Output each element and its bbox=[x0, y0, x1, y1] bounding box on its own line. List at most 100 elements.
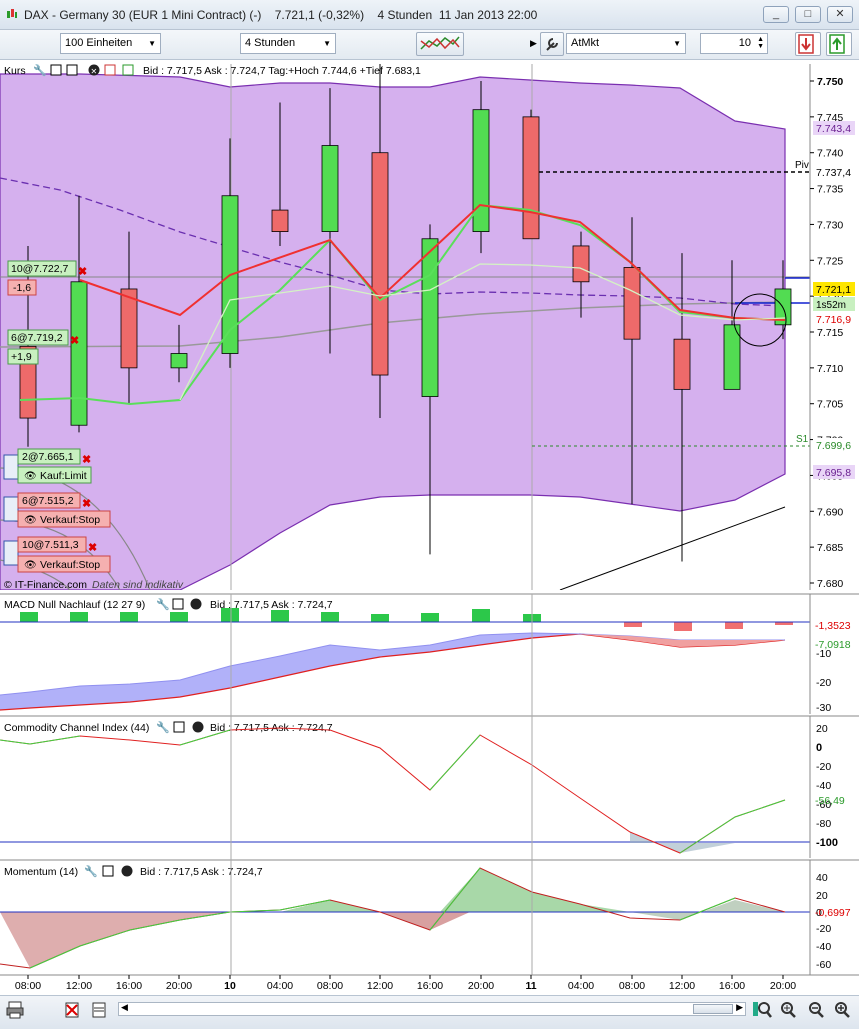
cci-panel[interactable]: Commodity Channel Index (44) 🔧 Bid : 7.7… bbox=[0, 715, 859, 858]
close-order-icon[interactable]: ✖ bbox=[82, 498, 91, 510]
window-icon[interactable] bbox=[173, 721, 185, 733]
price-tick-label: 7.680 bbox=[817, 578, 843, 590]
main-panel-label: Kurs bbox=[4, 65, 26, 77]
copyright-footer: © IT-Finance.com bbox=[4, 579, 87, 591]
svg-text:7.699,6: 7.699,6 bbox=[816, 440, 851, 452]
close-panel-icon[interactable] bbox=[192, 721, 204, 733]
maximize-icon[interactable] bbox=[66, 64, 78, 76]
cci-tick: -40 bbox=[816, 780, 831, 792]
price-tick-label: 7.750 bbox=[817, 76, 843, 88]
close-panel-icon[interactable] bbox=[190, 598, 202, 610]
momentum-tick: -60 bbox=[816, 959, 831, 971]
candle-body bbox=[623, 267, 641, 340]
cci-value-tag: -56,49 bbox=[815, 795, 845, 807]
svg-text:7.737,4: 7.737,4 bbox=[816, 167, 851, 179]
candle-body bbox=[271, 209, 289, 232]
expand-arrow-icon[interactable]: ▶ bbox=[530, 38, 537, 49]
delete-chart-icon[interactable] bbox=[62, 1000, 82, 1020]
close-order-icon[interactable]: ✖ bbox=[78, 266, 87, 278]
time-tick-label: 12:00 bbox=[66, 980, 92, 992]
macd-value-tag: -7,0918 bbox=[815, 639, 851, 651]
momentum-value-tag: -0,6997 bbox=[815, 907, 851, 919]
svg-text:7.716,9: 7.716,9 bbox=[816, 314, 851, 326]
order-type: Verkauf:Stop bbox=[40, 514, 100, 526]
price-tag: 7.699,6 bbox=[813, 438, 855, 452]
chart-canvas[interactable]: Kurs 🔧 ✕ Bid : 7.717,5 Ask : 7.724,7 Tag… bbox=[0, 60, 859, 995]
amount-value: 10 bbox=[738, 37, 751, 49]
candle-body bbox=[170, 353, 188, 369]
zoom-range-icon[interactable] bbox=[752, 1000, 772, 1020]
close-order-icon[interactable]: ✖ bbox=[88, 542, 97, 554]
zoom-fit-icon[interactable] bbox=[778, 1000, 798, 1020]
cci-tick: 20 bbox=[816, 723, 828, 735]
candle-body bbox=[70, 281, 88, 426]
close-button[interactable]: ✕ bbox=[827, 6, 853, 23]
pivot-label: Piv bbox=[795, 160, 809, 171]
timeframe-select[interactable]: 4 Stunden ▼ bbox=[240, 33, 336, 54]
cci-title: Commodity Channel Index (44) bbox=[4, 722, 149, 734]
scroll-left-icon[interactable]: ◀ bbox=[121, 1002, 128, 1013]
time-axis[interactable]: 08:00 12:00 16:00 20:00 10 04:00 08:00 12:00 16:… bbox=[15, 975, 796, 992]
time-tick-label: 16:00 bbox=[116, 980, 142, 992]
svg-text:7.695,8: 7.695,8 bbox=[816, 467, 851, 479]
price-tick-label: 7.685 bbox=[817, 542, 843, 554]
price-tick-label: 7.730 bbox=[817, 219, 843, 231]
order-label: 10@7.722,7 bbox=[11, 263, 69, 275]
order-label: 6@7.515,2 bbox=[22, 495, 74, 507]
amount-spinner[interactable]: 10 ▲ ▼ bbox=[700, 33, 768, 54]
data-disclaimer: Daten sind indikativ bbox=[92, 579, 184, 591]
window-icon[interactable] bbox=[50, 64, 62, 76]
bottom-toolbar: ◀ ▶ bbox=[0, 995, 859, 1029]
sell-small-icon[interactable] bbox=[104, 64, 116, 76]
order-type: Kauf:Limit bbox=[40, 470, 87, 482]
price-tag: 7.737,4 bbox=[813, 165, 855, 179]
time-tick-label: 20:00 bbox=[468, 980, 494, 992]
time-tick-label: 12:00 bbox=[367, 980, 393, 992]
wrench-icon[interactable]: 🔧 bbox=[33, 63, 47, 77]
wrench-button[interactable] bbox=[540, 32, 564, 56]
maximize-button[interactable]: □ bbox=[795, 6, 821, 23]
order-type-select[interactable]: AtMkt ▼ bbox=[566, 33, 686, 54]
candle-body bbox=[421, 238, 439, 397]
main-price-panel[interactable]: Kurs 🔧 ✕ Bid : 7.717,5 Ask : 7.724,7 Tag… bbox=[0, 60, 859, 591]
price-tick-label: 7.690 bbox=[817, 506, 843, 518]
window-icon[interactable] bbox=[172, 598, 184, 610]
order-type: Verkauf:Stop bbox=[40, 559, 100, 571]
close-order-icon[interactable]: ✖ bbox=[82, 454, 91, 466]
svg-text:7.743,4: 7.743,4 bbox=[816, 123, 851, 135]
print-icon[interactable] bbox=[5, 1000, 25, 1020]
save-chart-icon[interactable] bbox=[89, 1000, 109, 1020]
order-label: 6@7.719,2 bbox=[11, 332, 63, 344]
scroll-thumb[interactable] bbox=[693, 1004, 733, 1014]
spinner-arrows-icon[interactable]: ▲ ▼ bbox=[757, 36, 764, 50]
chart-area[interactable]: Kurs 🔧 ✕ Bid : 7.717,5 Ask : 7.724,7 Tag… bbox=[0, 60, 859, 995]
price-tag: 7.695,8 bbox=[813, 465, 855, 479]
cci-tick: -80 bbox=[816, 818, 831, 830]
chart-type-button[interactable] bbox=[416, 32, 464, 56]
minimize-button[interactable]: _ bbox=[763, 6, 789, 23]
buy-button[interactable] bbox=[826, 32, 852, 56]
window-title: DAX - Germany 30 (EUR 1 Mini Contract) (… bbox=[24, 8, 538, 22]
wrench-icon[interactable]: 🔧 bbox=[156, 597, 170, 611]
horizontal-scrollbar[interactable]: ◀ ▶ bbox=[118, 1002, 746, 1016]
window-icon[interactable] bbox=[102, 865, 114, 877]
close-panel-icon[interactable] bbox=[121, 865, 133, 877]
zoom-in-icon[interactable] bbox=[832, 1000, 852, 1020]
candle bbox=[522, 109, 540, 240]
time-tick-label: 11 bbox=[525, 980, 536, 992]
macd-panel[interactable]: MACD Null Nachlauf (12 27 9) 🔧 Bid : 7.7… bbox=[0, 593, 859, 714]
close-order-icon[interactable]: ✖ bbox=[70, 335, 79, 347]
momentum-panel[interactable]: Momentum (14) 🔧 Bid : 7.717,5 Ask : 7.72… bbox=[0, 859, 859, 975]
sell-button[interactable] bbox=[795, 32, 821, 56]
scroll-right-icon[interactable]: ▶ bbox=[736, 1002, 743, 1013]
zoom-out-icon[interactable] bbox=[806, 1000, 826, 1020]
candle-body bbox=[321, 145, 339, 233]
momentum-tick: 20 bbox=[816, 890, 828, 902]
time-tick-label: 20:00 bbox=[770, 980, 796, 992]
quantity-select[interactable]: 100 Einheiten ▼ bbox=[60, 33, 161, 54]
eye-icon: 👁 bbox=[24, 515, 37, 526]
buy-small-icon[interactable] bbox=[122, 64, 134, 76]
wrench-icon[interactable]: 🔧 bbox=[84, 864, 98, 878]
order-type-value: AtMkt bbox=[571, 37, 600, 49]
wrench-icon[interactable]: 🔧 bbox=[156, 720, 170, 734]
